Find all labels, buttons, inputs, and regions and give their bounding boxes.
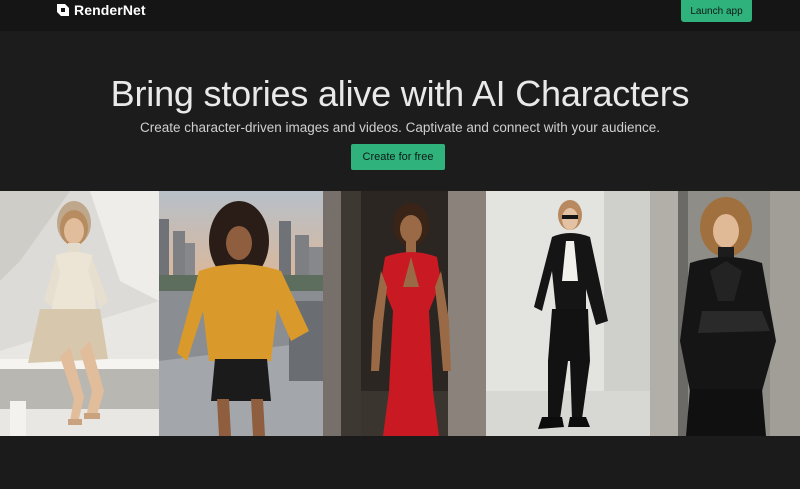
launch-app-button[interactable]: Launch app: [681, 0, 752, 22]
hero-section: Bring stories alive with AI Characters C…: [0, 31, 800, 191]
page-lower-section: [0, 436, 800, 489]
top-navigation-bar: RenderNet Launch app: [0, 0, 800, 31]
gallery-image-black-suit: [486, 191, 650, 436]
rendernet-logo-icon: [57, 4, 69, 16]
hero-headline: Bring stories alive with AI Characters: [110, 73, 690, 114]
create-for-free-button[interactable]: Create for free: [351, 144, 445, 170]
hero-subheadline: Create character-driven images and video…: [139, 120, 661, 135]
brand-logo[interactable]: RenderNet: [57, 2, 146, 18]
gallery-image-cream-outfit: [0, 191, 159, 436]
gallery-image-mustard-sweater: [159, 191, 323, 436]
brand-name: RenderNet: [74, 2, 146, 18]
gallery-image-leather-jacket: [650, 191, 800, 436]
gallery-image-red-dress: [323, 191, 486, 436]
character-gallery: [0, 191, 800, 436]
